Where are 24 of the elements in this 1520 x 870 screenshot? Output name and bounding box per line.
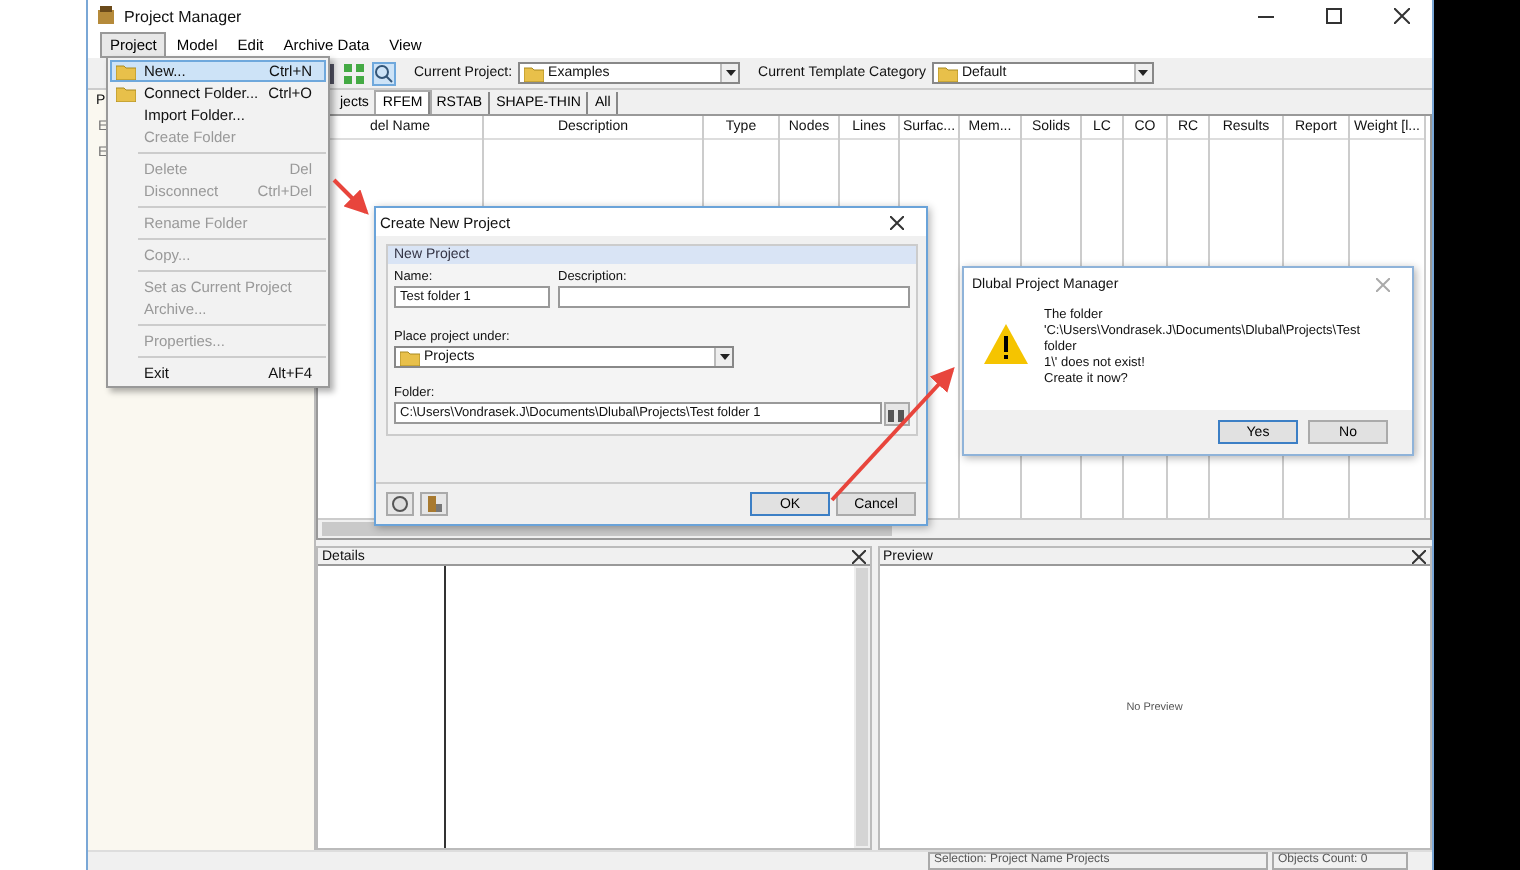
maximize-icon [1326, 8, 1342, 24]
help-button[interactable] [386, 492, 414, 516]
close-icon [1394, 8, 1410, 24]
search-icon[interactable] [372, 61, 396, 85]
arrow [332, 178, 369, 215]
settings-button[interactable] [420, 492, 448, 516]
close-icon[interactable] [1412, 549, 1426, 563]
caret-icon[interactable] [719, 354, 729, 360]
browse-button[interactable] [883, 402, 910, 426]
warning-icon [984, 324, 1028, 364]
vertical-scrollbar[interactable] [853, 566, 869, 848]
caret-icon[interactable] [1138, 70, 1149, 76]
folder-icon [400, 349, 420, 365]
close-icon [889, 215, 903, 229]
close-icon [1375, 277, 1389, 291]
close-icon[interactable] [851, 549, 865, 563]
folder-icon [937, 65, 958, 81]
minimize-icon [1258, 15, 1274, 17]
window-title: Project Manager [124, 7, 244, 25]
folder-icon [524, 65, 545, 81]
description-field[interactable] [558, 286, 910, 308]
app-icon [96, 6, 116, 26]
caret-icon[interactable] [725, 70, 736, 76]
help-icon [392, 496, 408, 512]
